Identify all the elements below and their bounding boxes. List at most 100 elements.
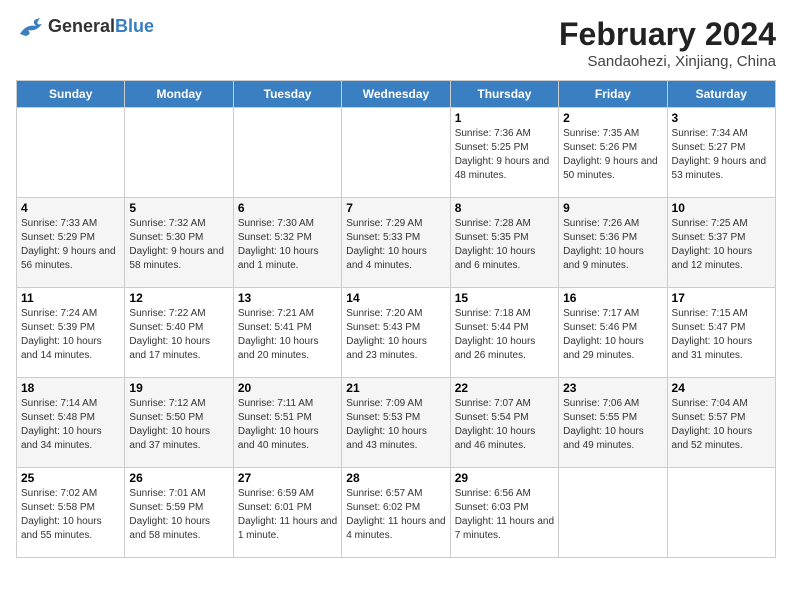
day-info: Sunrise: 7:26 AMSunset: 5:36 PMDaylight:… [563,217,662,273]
day-info: Sunrise: 7:14 AMSunset: 5:48 PMDaylight:… [21,397,120,453]
calendar-cell: 2Sunrise: 7:35 AMSunset: 5:26 PMDaylight… [559,108,667,198]
day-number: 5 [129,201,228,215]
day-number: 13 [238,291,337,305]
day-info: Sunrise: 7:36 AMSunset: 5:25 PMDaylight:… [455,127,554,183]
day-number: 11 [21,291,120,305]
day-info: Sunrise: 6:56 AMSunset: 6:03 PMDaylight:… [455,487,554,543]
day-number: 1 [455,111,554,125]
weekday-header-thursday: Thursday [450,81,558,108]
day-info: Sunrise: 7:28 AMSunset: 5:35 PMDaylight:… [455,217,554,273]
title-block: February 2024 Sandaohezi, Xinjiang, Chin… [559,16,776,70]
calendar-cell: 18 Sunrise: 7:14 AMSunset: 5:48 PMDayligh… [17,378,125,468]
day-info: Sunrise: 6:59 AMSunset: 6:01 PMDaylight:… [238,487,337,543]
weekday-header-friday: Friday [559,81,667,108]
day-number: 22 [455,381,554,395]
calendar-cell [667,468,775,558]
calendar-cell [125,108,233,198]
day-number: 27 [238,471,337,485]
calendar-cell: 12Sunrise: 7:22 AMSunset: 5:40 PMDayligh… [125,288,233,378]
calendar-body: 1 Sunrise: 7:36 AMSunset: 5:25 PMDaylight… [17,108,776,558]
day-number: 25 [21,471,120,485]
calendar-cell: 3 Sunrise: 7:34 AMSunset: 5:27 PMDaylight… [667,108,775,198]
calendar-cell: 22 Sunrise: 7:07 AMSunset: 5:54 PMDayligh… [450,378,558,468]
day-info: Sunrise: 7:04 AMSunset: 5:57 PMDaylight:… [672,397,771,453]
calendar-cell: 14 Sunrise: 7:20 AMSunset: 5:43 PMDayligh… [342,288,450,378]
calendar-cell: 26 Sunrise: 7:01 AMSunset: 5:59 PMDayligh… [125,468,233,558]
day-number: 18 [21,381,120,395]
day-number: 28 [346,471,445,485]
logo-bird-icon [16,16,44,38]
day-number: 23 [563,381,662,395]
calendar-cell: 13Sunrise: 7:21 AMSunset: 5:41 PMDayligh… [233,288,341,378]
calendar-cell: 27 Sunrise: 6:59 AMSunset: 6:01 PMDayligh… [233,468,341,558]
calendar-week-row: 11 Sunrise: 7:24 AMSunset: 5:39 PMDayligh… [17,288,776,378]
calendar-cell: 20Sunrise: 7:11 AMSunset: 5:51 PMDayligh… [233,378,341,468]
day-number: 6 [238,201,337,215]
calendar-cell: 6 Sunrise: 7:30 AMSunset: 5:32 PMDaylight… [233,198,341,288]
calendar-cell: 19 Sunrise: 7:12 AMSunset: 5:50 PMDayligh… [125,378,233,468]
calendar-cell [559,468,667,558]
calendar-cell [233,108,341,198]
day-info: Sunrise: 7:24 AMSunset: 5:39 PMDaylight:… [21,307,120,363]
calendar-table: SundayMondayTuesdayWednesdayThursdayFrid… [16,80,776,558]
day-number: 10 [672,201,771,215]
weekday-header-saturday: Saturday [667,81,775,108]
day-number: 19 [129,381,228,395]
day-info: Sunrise: 7:12 AMSunset: 5:50 PMDaylight:… [129,397,228,453]
day-info: Sunrise: 7:29 AMSunset: 5:33 PMDaylight:… [346,217,445,273]
day-info: Sunrise: 6:57 AMSunset: 6:02 PMDaylight:… [346,487,445,543]
day-info: Sunrise: 7:30 AMSunset: 5:32 PMDaylight:… [238,217,337,273]
day-info: Sunrise: 7:33 AMSunset: 5:29 PMDaylight:… [21,217,120,273]
weekday-header-tuesday: Tuesday [233,81,341,108]
calendar-week-row: 1 Sunrise: 7:36 AMSunset: 5:25 PMDaylight… [17,108,776,198]
calendar-cell: 16 Sunrise: 7:17 AMSunset: 5:46 PMDayligh… [559,288,667,378]
day-info: Sunrise: 7:25 AMSunset: 5:37 PMDaylight:… [672,217,771,273]
weekday-header-monday: Monday [125,81,233,108]
day-number: 17 [672,291,771,305]
calendar-cell: 11 Sunrise: 7:24 AMSunset: 5:39 PMDayligh… [17,288,125,378]
day-number: 9 [563,201,662,215]
calendar-cell: 24 Sunrise: 7:04 AMSunset: 5:57 PMDayligh… [667,378,775,468]
calendar-cell: 21Sunrise: 7:09 AMSunset: 5:53 PMDayligh… [342,378,450,468]
calendar-cell: 25Sunrise: 7:02 AMSunset: 5:58 PMDayligh… [17,468,125,558]
day-number: 20 [238,381,337,395]
day-number: 21 [346,381,445,395]
day-info: Sunrise: 7:17 AMSunset: 5:46 PMDaylight:… [563,307,662,363]
calendar-header-row: SundayMondayTuesdayWednesdayThursdayFrid… [17,81,776,108]
day-number: 3 [672,111,771,125]
day-info: Sunrise: 7:06 AMSunset: 5:55 PMDaylight:… [563,397,662,453]
logo-text: GeneralBlue [48,17,154,37]
day-info: Sunrise: 7:32 AMSunset: 5:30 PMDaylight:… [129,217,228,273]
day-number: 12 [129,291,228,305]
day-number: 15 [455,291,554,305]
day-number: 16 [563,291,662,305]
calendar-cell: 4Sunrise: 7:33 AMSunset: 5:29 PMDaylight… [17,198,125,288]
page-header: GeneralBlue February 2024 Sandaohezi, Xi… [16,16,776,70]
day-number: 14 [346,291,445,305]
calendar-cell: 29Sunrise: 6:56 AMSunset: 6:03 PMDayligh… [450,468,558,558]
calendar-cell: 23 Sunrise: 7:06 AMSunset: 5:55 PMDayligh… [559,378,667,468]
location-subtitle: Sandaohezi, Xinjiang, China [559,53,776,70]
calendar-cell: 7Sunrise: 7:29 AMSunset: 5:33 PMDaylight… [342,198,450,288]
month-year-title: February 2024 [559,16,776,53]
day-info: Sunrise: 7:35 AMSunset: 5:26 PMDaylight:… [563,127,662,183]
day-info: Sunrise: 7:34 AMSunset: 5:27 PMDaylight:… [672,127,771,183]
calendar-cell: 10 Sunrise: 7:25 AMSunset: 5:37 PMDayligh… [667,198,775,288]
day-number: 26 [129,471,228,485]
day-number: 24 [672,381,771,395]
calendar-cell [342,108,450,198]
calendar-cell: 15Sunrise: 7:18 AMSunset: 5:44 PMDayligh… [450,288,558,378]
weekday-header-sunday: Sunday [17,81,125,108]
calendar-cell: 8 Sunrise: 7:28 AMSunset: 5:35 PMDaylight… [450,198,558,288]
calendar-week-row: 18 Sunrise: 7:14 AMSunset: 5:48 PMDayligh… [17,378,776,468]
day-info: Sunrise: 7:20 AMSunset: 5:43 PMDaylight:… [346,307,445,363]
calendar-cell: 9 Sunrise: 7:26 AMSunset: 5:36 PMDaylight… [559,198,667,288]
day-number: 8 [455,201,554,215]
day-info: Sunrise: 7:01 AMSunset: 5:59 PMDaylight:… [129,487,228,543]
calendar-cell: 17 Sunrise: 7:15 AMSunset: 5:47 PMDayligh… [667,288,775,378]
day-info: Sunrise: 7:15 AMSunset: 5:47 PMDaylight:… [672,307,771,363]
calendar-cell: 1 Sunrise: 7:36 AMSunset: 5:25 PMDaylight… [450,108,558,198]
calendar-week-row: 4Sunrise: 7:33 AMSunset: 5:29 PMDaylight… [17,198,776,288]
logo: GeneralBlue [16,16,154,38]
day-info: Sunrise: 7:07 AMSunset: 5:54 PMDaylight:… [455,397,554,453]
